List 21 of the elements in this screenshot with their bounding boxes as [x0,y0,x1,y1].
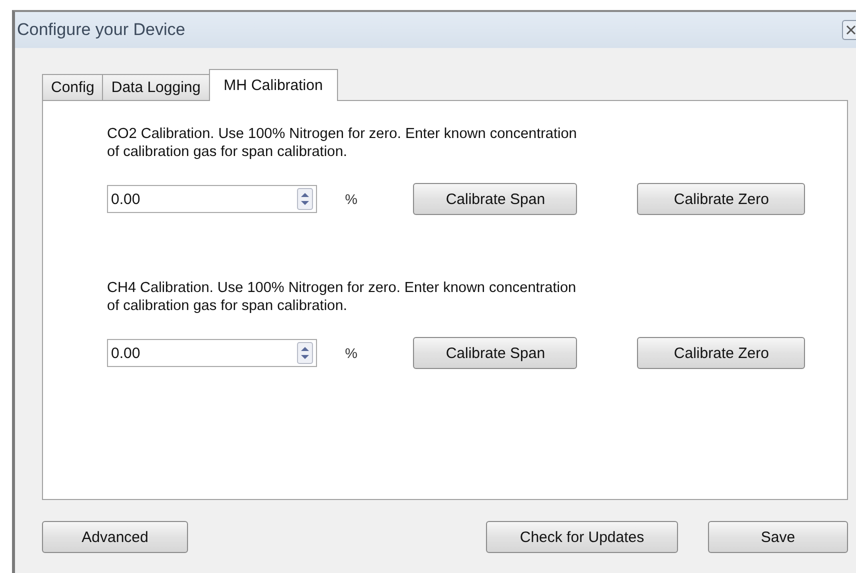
close-button[interactable] [842,20,856,40]
tab[interactable]: MH Calibration [208,69,338,101]
close-icon [846,25,856,35]
calibrate-button[interactable]: Calibrate Zero [637,183,806,215]
calibrate-button[interactable]: Calibrate Span [413,183,578,215]
calibration-description: CO2 Calibration. Use 100% Nitrogen for zero. Enter known concentration of calibration gas for span calibration. [107,125,578,161]
number-field[interactable]: 0.00 [107,339,317,367]
tab[interactable]: Data Logging [102,74,210,101]
window-title: Configure your Device [17,20,186,40]
unit-label: % [345,191,358,207]
tab[interactable]: Config [42,74,104,101]
save-button[interactable]: Save [708,521,848,553]
advanced-button[interactable]: Advanced [42,521,188,553]
calibration-description: CH4 Calibration. Use 100% Nitrogen for zero. Enter known concentration of calibration gas for span calibration. [107,279,578,315]
number-field[interactable]: 0.00 [107,185,317,213]
spinner-arrows-icon[interactable] [297,342,313,364]
calibrate-button[interactable]: Calibrate Zero [637,337,806,369]
calibrate-button[interactable]: Calibrate Span [413,337,578,369]
check-updates-button[interactable]: Check for Updates [486,521,678,553]
spinner-arrows-icon[interactable] [297,188,313,210]
unit-label: % [345,345,358,361]
